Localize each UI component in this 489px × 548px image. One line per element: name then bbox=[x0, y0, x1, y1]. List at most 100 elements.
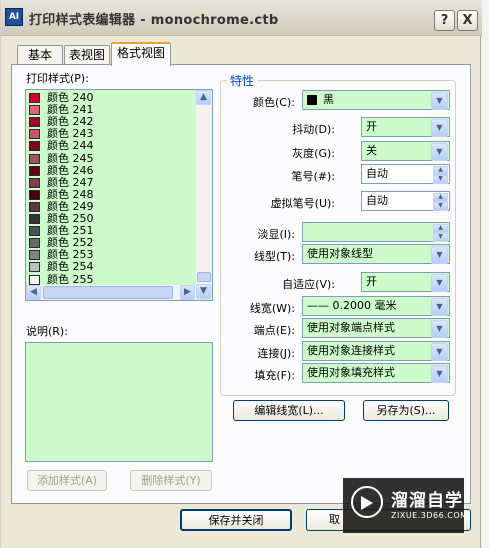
line-join-label: 连接(J): bbox=[257, 347, 295, 360]
watermark-name: 溜溜自学 bbox=[391, 491, 463, 511]
virtual-pen-label: 虚拟笔号(U): bbox=[270, 197, 335, 210]
lineweight-value: —— 0.2000 毫米 bbox=[307, 299, 397, 312]
lineweight-label: 线宽(W): bbox=[249, 302, 295, 315]
color-swatch bbox=[29, 129, 40, 140]
app-icon: AI bbox=[5, 8, 23, 26]
grayscale-label: 灰度(G): bbox=[292, 147, 335, 160]
fill-label: 填充(F): bbox=[254, 369, 295, 382]
color-swatch bbox=[29, 177, 40, 188]
color-swatch bbox=[307, 95, 317, 105]
spinner-arrows-icon[interactable]: ▲ ▼ bbox=[433, 193, 448, 211]
plot-styles-list[interactable]: 颜色 240 颜色 241 颜色 242 颜色 243 颜色 244 颜色 245 颜色 2… bbox=[25, 89, 213, 301]
scroll-up-icon[interactable]: ▲ bbox=[196, 90, 211, 105]
edit-lineweights-button[interactable]: 编辑线宽(L)... bbox=[233, 400, 345, 421]
lineweight-select[interactable]: —— 0.2000 毫米 ▼ bbox=[302, 296, 450, 316]
linetype-label: 线型(T): bbox=[253, 250, 295, 263]
dither-label: 抖动(D): bbox=[292, 123, 335, 136]
list-vertical-scrollbar[interactable]: ▲ ▼ bbox=[196, 90, 212, 299]
linetype-value: 使用对象线型 bbox=[307, 247, 373, 260]
plot-styles-label: 打印样式(P): bbox=[26, 72, 89, 85]
grayscale-select[interactable]: 关 ▼ bbox=[361, 141, 450, 161]
horizontal-scroll-thumb[interactable] bbox=[43, 286, 173, 299]
color-swatch bbox=[29, 93, 40, 103]
grayscale-value: 关 bbox=[366, 144, 377, 157]
color-label: 颜色(C): bbox=[253, 96, 295, 109]
color-swatch bbox=[29, 165, 40, 176]
list-item-label: 颜色 254 bbox=[47, 260, 94, 274]
vertical-scroll-thumb[interactable] bbox=[197, 272, 211, 282]
scroll-down-icon[interactable]: ▼ bbox=[196, 284, 211, 299]
tab-table-view[interactable]: 表视图 bbox=[64, 45, 110, 65]
list-item-label: 颜色 245 bbox=[47, 151, 94, 165]
color-swatch bbox=[29, 141, 40, 152]
line-join-value: 使用对象连接样式 bbox=[307, 344, 395, 357]
tab-general[interactable]: 基本 bbox=[17, 45, 63, 65]
fill-select[interactable]: 使用对象填充样式 ▼ bbox=[302, 363, 450, 383]
line-end-value: 使用对象端点样式 bbox=[307, 321, 395, 334]
watermark-url: ZIXUE.3D66.COM bbox=[391, 511, 468, 520]
scroll-right-icon[interactable]: ▶ bbox=[180, 285, 195, 300]
list-item-label: 颜色 244 bbox=[47, 139, 94, 153]
chevron-down-icon[interactable]: ▼ bbox=[431, 298, 448, 316]
color-swatch bbox=[29, 274, 40, 285]
chevron-down-icon[interactable]: ▼ bbox=[431, 246, 448, 264]
line-end-label: 端点(E): bbox=[253, 324, 295, 337]
screening-spinner[interactable]: ▲ ▼ bbox=[302, 222, 450, 242]
adaptive-label: 自适应(V): bbox=[282, 278, 335, 291]
chevron-down-icon[interactable]: ▼ bbox=[431, 119, 448, 137]
chevron-down-icon[interactable]: ▼ bbox=[431, 343, 448, 361]
background-edge bbox=[481, 0, 489, 548]
list-item-label: 颜色 255 bbox=[47, 272, 94, 286]
chevron-down-icon[interactable]: ▼ bbox=[431, 365, 448, 383]
color-swatch bbox=[29, 153, 40, 164]
spinner-arrows-icon[interactable]: ▲ ▼ bbox=[433, 224, 448, 242]
color-value: 黑 bbox=[323, 93, 334, 106]
screening-label: 淡显(I): bbox=[257, 228, 295, 241]
save-as-button[interactable]: 另存为(S)... bbox=[363, 400, 449, 421]
dither-select[interactable]: 开 ▼ bbox=[361, 117, 450, 137]
line-join-select[interactable]: 使用对象连接样式 ▼ bbox=[302, 341, 450, 361]
color-swatch bbox=[29, 201, 40, 212]
save-and-close-button[interactable]: 保存并关闭 bbox=[180, 509, 292, 531]
line-end-select[interactable]: 使用对象端点样式 ▼ bbox=[302, 318, 450, 338]
color-swatch bbox=[29, 262, 40, 273]
color-swatch bbox=[29, 117, 40, 128]
fill-value: 使用对象填充样式 bbox=[307, 366, 395, 379]
description-label: 说明(R): bbox=[26, 325, 68, 338]
dither-value: 开 bbox=[366, 120, 377, 133]
color-swatch bbox=[29, 105, 40, 116]
delete-style-button[interactable]: 删除样式(Y) bbox=[130, 470, 212, 491]
watermark: 溜溜自学 ZIXUE.3D66.COM bbox=[343, 478, 467, 533]
color-select[interactable]: 黑 ▼ bbox=[302, 90, 450, 110]
list-item-label: 颜色 246 bbox=[47, 163, 94, 177]
tab-form-view[interactable]: 格式视图 bbox=[111, 42, 171, 66]
chevron-down-icon[interactable]: ▼ bbox=[431, 320, 448, 338]
play-logo-icon bbox=[351, 486, 383, 518]
pen-number-spinner[interactable]: 自动 ▲ ▼ bbox=[361, 164, 450, 184]
virtual-pen-value: 自动 bbox=[366, 194, 388, 207]
chevron-down-icon[interactable]: ▼ bbox=[431, 143, 448, 161]
linetype-select[interactable]: 使用对象线型 ▼ bbox=[302, 244, 450, 264]
window-title: 打印样式表编辑器 - monochrome.ctb bbox=[29, 13, 279, 28]
color-swatch bbox=[29, 214, 40, 224]
title-bar: AI 打印样式表编辑器 - monochrome.ctb ? X bbox=[1, 0, 482, 36]
chevron-down-icon[interactable]: ▼ bbox=[431, 274, 448, 292]
description-textarea[interactable] bbox=[25, 342, 213, 462]
list-item-label: 颜色 247 bbox=[47, 175, 94, 189]
list-horizontal-scrollbar[interactable]: ◀ ▶ bbox=[26, 285, 196, 300]
list-item-label: 颜色 249 bbox=[47, 199, 94, 213]
list-item-label: 颜色 248 bbox=[47, 187, 94, 201]
virtual-pen-spinner[interactable]: 自动 ▲ ▼ bbox=[361, 191, 450, 211]
color-swatch bbox=[29, 226, 40, 237]
pen-number-value: 自动 bbox=[366, 167, 388, 180]
dialog-window: AI 打印样式表编辑器 - monochrome.ctb ? X 基本 表视图 … bbox=[0, 0, 482, 548]
spinner-arrows-icon[interactable]: ▲ ▼ bbox=[433, 166, 448, 184]
color-swatch bbox=[29, 238, 40, 249]
close-button[interactable]: X bbox=[457, 10, 478, 31]
chevron-down-icon[interactable]: ▼ bbox=[431, 92, 448, 110]
scroll-left-icon[interactable]: ◀ bbox=[26, 285, 41, 300]
adaptive-select[interactable]: 开 ▼ bbox=[361, 272, 450, 292]
help-button[interactable]: ? bbox=[434, 10, 455, 31]
add-style-button[interactable]: 添加样式(A) bbox=[27, 470, 107, 491]
pen-number-label: 笔号(#): bbox=[291, 170, 335, 183]
